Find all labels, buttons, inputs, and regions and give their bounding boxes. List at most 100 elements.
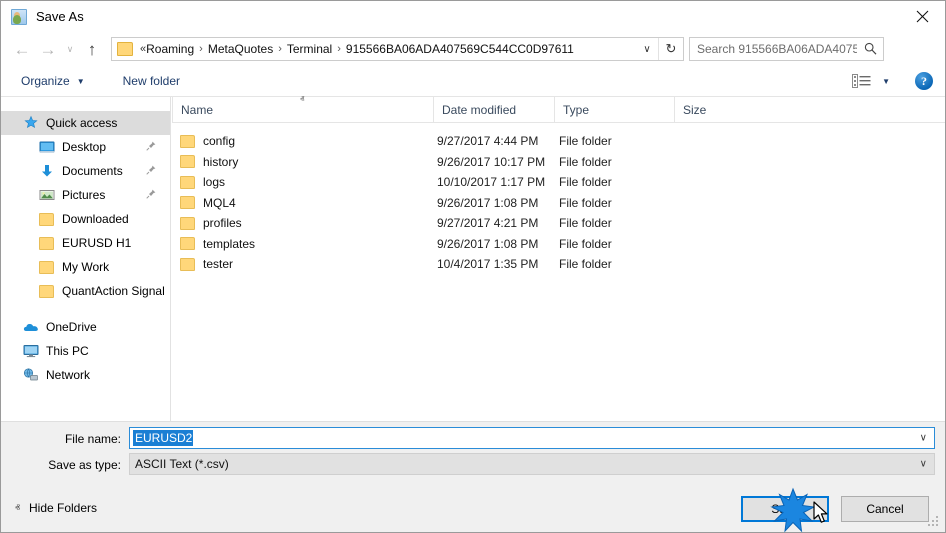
file-date-cell: 9/26/2017 1:08 PM: [437, 236, 539, 251]
sidebar-item-my-work[interactable]: My Work: [1, 255, 170, 279]
list-view-icon[interactable]: [852, 74, 871, 88]
table-row[interactable]: templates 9/26/2017 1:08 PM File folder: [172, 234, 945, 255]
cancel-button[interactable]: Cancel: [841, 496, 929, 522]
command-bar: Organize ▼ New folder ▼ ?: [1, 66, 945, 97]
save-as-type-value: ASCII Text (*.csv): [135, 457, 229, 471]
sidebar-item-documents[interactable]: Documents: [1, 159, 170, 183]
sidebar-item-quantaction-signal[interactable]: QuantAction Signal: [1, 279, 170, 303]
column-header-label: Date modified: [442, 103, 517, 117]
forward-icon[interactable]: →: [35, 36, 61, 62]
close-icon[interactable]: [899, 1, 945, 32]
sidebar-item-network[interactable]: Network: [1, 363, 170, 387]
table-row[interactable]: MQL4 9/26/2017 1:08 PM File folder: [172, 193, 945, 214]
folder-icon: [39, 211, 55, 227]
save-as-type-label: Save as type:: [48, 458, 121, 472]
table-row[interactable]: config 9/27/2017 4:44 PM File folder: [172, 131, 945, 152]
pictures-icon: [39, 187, 55, 203]
up-icon[interactable]: ↑: [79, 36, 105, 62]
back-icon[interactable]: ←: [9, 36, 35, 62]
folder-icon: [39, 235, 55, 251]
column-header-size[interactable]: Size: [674, 97, 753, 123]
new-folder-button[interactable]: New folder: [117, 69, 186, 93]
column-header-label: Name: [181, 103, 214, 117]
pin-icon[interactable]: [146, 164, 156, 178]
file-name-cell: history: [180, 155, 238, 169]
help-button[interactable]: ?: [915, 72, 933, 90]
sidebar-item-onedrive[interactable]: OneDrive: [1, 315, 170, 339]
breadcrumb-separator: ›: [337, 43, 341, 55]
search-input[interactable]: [697, 42, 857, 56]
sidebar-item-label: Desktop: [62, 140, 107, 154]
sidebar-item-eurusd-h1[interactable]: EURUSD H1: [1, 231, 170, 255]
save-as-dialog: Save As ← → ∨ ↑ « Roaming › MetaQuotes ›: [0, 0, 946, 533]
sidebar-item-this-pc[interactable]: This PC: [1, 339, 170, 363]
file-name-value: EURUSD2: [133, 430, 194, 446]
chevron-down-icon[interactable]: ∨: [920, 433, 927, 444]
file-date-cell: 9/26/2017 1:08 PM: [437, 195, 539, 210]
file-name-label: profiles: [203, 216, 242, 231]
table-row[interactable]: logs 10/10/2017 1:17 PM File folder: [172, 172, 945, 193]
file-name-cell: MQL4: [180, 196, 236, 210]
pin-icon[interactable]: [146, 188, 156, 202]
forward-arrow-glyph: →: [39, 39, 57, 59]
sidebar-item-label: EURUSD H1: [62, 236, 132, 250]
save-as-type-select[interactable]: ASCII Text (*.csv) ∨: [129, 453, 935, 475]
chevron-down-icon[interactable]: ∨: [920, 459, 927, 470]
chevron-down-icon: ▼: [76, 76, 85, 86]
file-name-input[interactable]: EURUSD2 ∨: [129, 427, 935, 449]
column-header-type[interactable]: Type: [554, 97, 674, 123]
breadcrumb-item-roaming[interactable]: Roaming: [146, 42, 194, 56]
address-dropdown-icon[interactable]: ∨: [637, 38, 657, 60]
hide-folders-button[interactable]: ⱏ Hide Folders: [15, 501, 97, 515]
organize-button[interactable]: Organize ▼: [15, 69, 91, 93]
save-button-label: Save: [771, 502, 799, 516]
file-date-cell: 9/26/2017 10:17 PM: [437, 154, 546, 169]
resize-grip[interactable]: [928, 516, 942, 530]
file-date-cell: 10/10/2017 1:17 PM: [437, 175, 546, 190]
table-row[interactable]: profiles 9/27/2017 4:21 PM File folder: [172, 213, 945, 234]
table-row[interactable]: history 9/26/2017 10:17 PM File folder: [172, 152, 945, 173]
sidebar-item-desktop[interactable]: Desktop: [1, 135, 170, 159]
search-icon: [864, 42, 877, 58]
file-type-cell: File folder: [559, 257, 612, 272]
file-type-cell: File folder: [559, 195, 612, 210]
address-bar[interactable]: « Roaming › MetaQuotes › Terminal › 9155…: [111, 37, 684, 61]
refresh-icon[interactable]: ↻: [658, 38, 683, 60]
file-date-cell: 9/27/2017 4:21 PM: [437, 216, 539, 231]
save-button[interactable]: Save: [741, 496, 829, 522]
file-name-cell: profiles: [180, 216, 242, 230]
breadcrumb-item-terminal-id[interactable]: 915566BA06ADA407569C544CC0D97611: [346, 42, 574, 56]
recent-locations-icon[interactable]: ∨: [61, 36, 79, 62]
folder-icon: [180, 216, 195, 230]
column-header-name[interactable]: Name: [172, 97, 433, 123]
window-title: Save As: [36, 9, 84, 24]
breadcrumb-separator: ›: [278, 43, 282, 55]
navigation-bar: ← → ∨ ↑ « Roaming › MetaQuotes › Termina…: [1, 32, 945, 66]
sidebar-item-downloaded[interactable]: Downloaded: [1, 207, 170, 231]
sidebar-item-quick-access[interactable]: Quick access: [1, 111, 170, 135]
star-pin-icon: [23, 115, 39, 131]
file-rows: config 9/27/2017 4:44 PM File folder his…: [172, 123, 945, 275]
sidebar-item-pictures[interactable]: Pictures: [1, 183, 170, 207]
documents-arrow-icon: [39, 163, 55, 179]
refresh-glyph: ↻: [665, 41, 677, 56]
file-type-cell: File folder: [559, 154, 612, 169]
table-row[interactable]: tester 10/4/2017 1:35 PM File folder: [172, 254, 945, 275]
dialog-footer: ⱏ Hide Folders Save Cancel: [1, 489, 945, 532]
sidebar-item-label: Pictures: [62, 188, 106, 202]
folder-icon: [180, 196, 195, 210]
file-name-cell: tester: [180, 257, 233, 271]
pin-icon[interactable]: [146, 140, 156, 154]
sidebar-item-label: QuantAction Signal: [62, 284, 165, 298]
cancel-button-label: Cancel: [866, 502, 904, 516]
folder-icon: [180, 134, 195, 148]
column-header-row: ⱏ Name Date modified Type Size: [172, 94, 945, 123]
view-options-caret-icon[interactable]: ▼: [882, 77, 890, 86]
hide-folders-label: Hide Folders: [28, 501, 98, 515]
breadcrumb-item-metaquotes[interactable]: MetaQuotes: [208, 42, 273, 56]
file-name-cell: logs: [180, 175, 225, 189]
breadcrumb-item-terminal[interactable]: Terminal: [287, 42, 332, 56]
search-box[interactable]: [689, 37, 884, 61]
column-header-date-modified[interactable]: Date modified: [433, 97, 554, 123]
